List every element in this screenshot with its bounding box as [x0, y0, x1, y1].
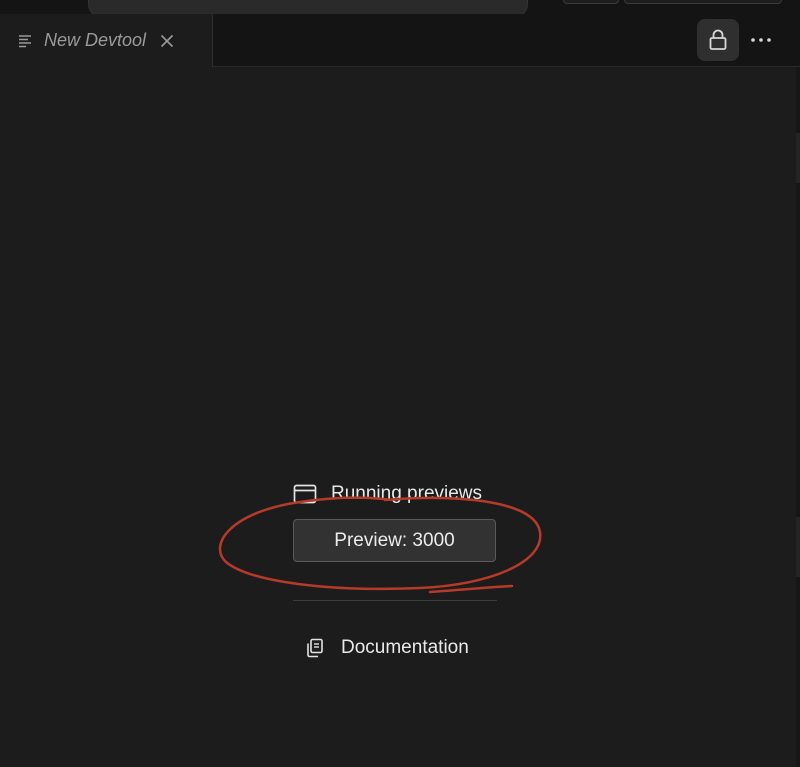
list-lines-icon	[18, 34, 32, 48]
tab-title: New Devtool	[44, 30, 147, 50]
right-scroll-edge	[796, 67, 800, 767]
running-previews-label: Running previews	[331, 483, 483, 504]
preview-3000-button[interactable]: Preview: 3000	[293, 519, 496, 562]
more-horizontal-icon	[750, 37, 772, 43]
devtool-window: New Devtool Running previews Preview: 30…	[0, 0, 800, 767]
documentation-link[interactable]: Documentation	[305, 634, 469, 662]
close-icon[interactable]	[160, 34, 174, 48]
top-chip[interactable]	[624, 0, 782, 4]
browser-window-icon	[293, 484, 317, 504]
documentation-label: Documentation	[341, 637, 469, 658]
top-strip	[0, 0, 800, 18]
scroll-segment	[796, 133, 800, 183]
more-button[interactable]	[746, 19, 776, 61]
running-previews-heading: Running previews	[293, 481, 482, 507]
lock-icon	[709, 29, 727, 51]
section-divider	[293, 600, 497, 601]
copy-documents-icon	[305, 638, 325, 658]
top-chip[interactable]	[563, 0, 619, 4]
scroll-segment	[796, 517, 800, 577]
tab-new-devtool[interactable]: New Devtool	[0, 14, 213, 67]
lock-button[interactable]	[697, 19, 739, 61]
tab-bar: New Devtool	[0, 14, 800, 67]
